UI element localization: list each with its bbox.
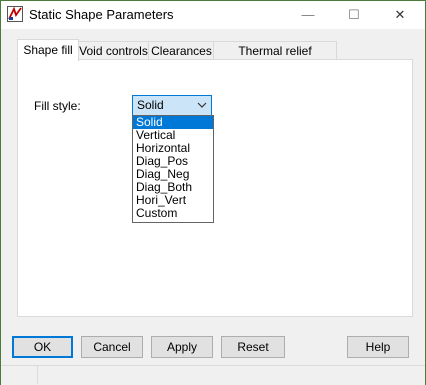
status-bar — [1, 365, 425, 385]
help-button[interactable]: Help — [347, 336, 409, 358]
apply-button[interactable]: Apply — [151, 336, 213, 358]
dialog-window: Static Shape Parameters — ☐ ✕ Shape fill… — [0, 0, 426, 385]
ok-button[interactable]: OK — [12, 336, 73, 358]
title-bar[interactable]: Static Shape Parameters — ☐ ✕ — [1, 1, 425, 29]
option-custom[interactable]: Custom — [133, 207, 213, 220]
tab-void-controls[interactable]: Void controls — [77, 41, 150, 60]
tab-shape-fill[interactable]: Shape fill — [17, 39, 79, 62]
fill-style-value: Solid — [137, 98, 164, 112]
tab-clearances[interactable]: Clearances — [148, 41, 215, 60]
minimize-button[interactable]: — — [285, 1, 331, 29]
maximize-button[interactable]: ☐ — [331, 1, 377, 29]
tab-thermal-relief-connects[interactable]: Thermal relief connects — [213, 41, 337, 76]
cancel-button[interactable]: Cancel — [81, 336, 143, 358]
window-title: Static Shape Parameters — [29, 7, 174, 22]
status-bar-divider — [37, 365, 38, 384]
reset-button[interactable]: Reset — [221, 336, 285, 358]
fill-style-select[interactable]: Solid — [132, 95, 212, 116]
fill-style-dropdown-list: Solid Vertical Horizontal Diag_Pos Diag_… — [132, 115, 214, 223]
close-button[interactable]: ✕ — [377, 1, 423, 29]
app-icon — [7, 6, 23, 22]
chevron-down-icon — [195, 97, 209, 113]
shape-fill-panel — [17, 59, 413, 317]
fill-style-label: Fill style: — [34, 99, 81, 113]
